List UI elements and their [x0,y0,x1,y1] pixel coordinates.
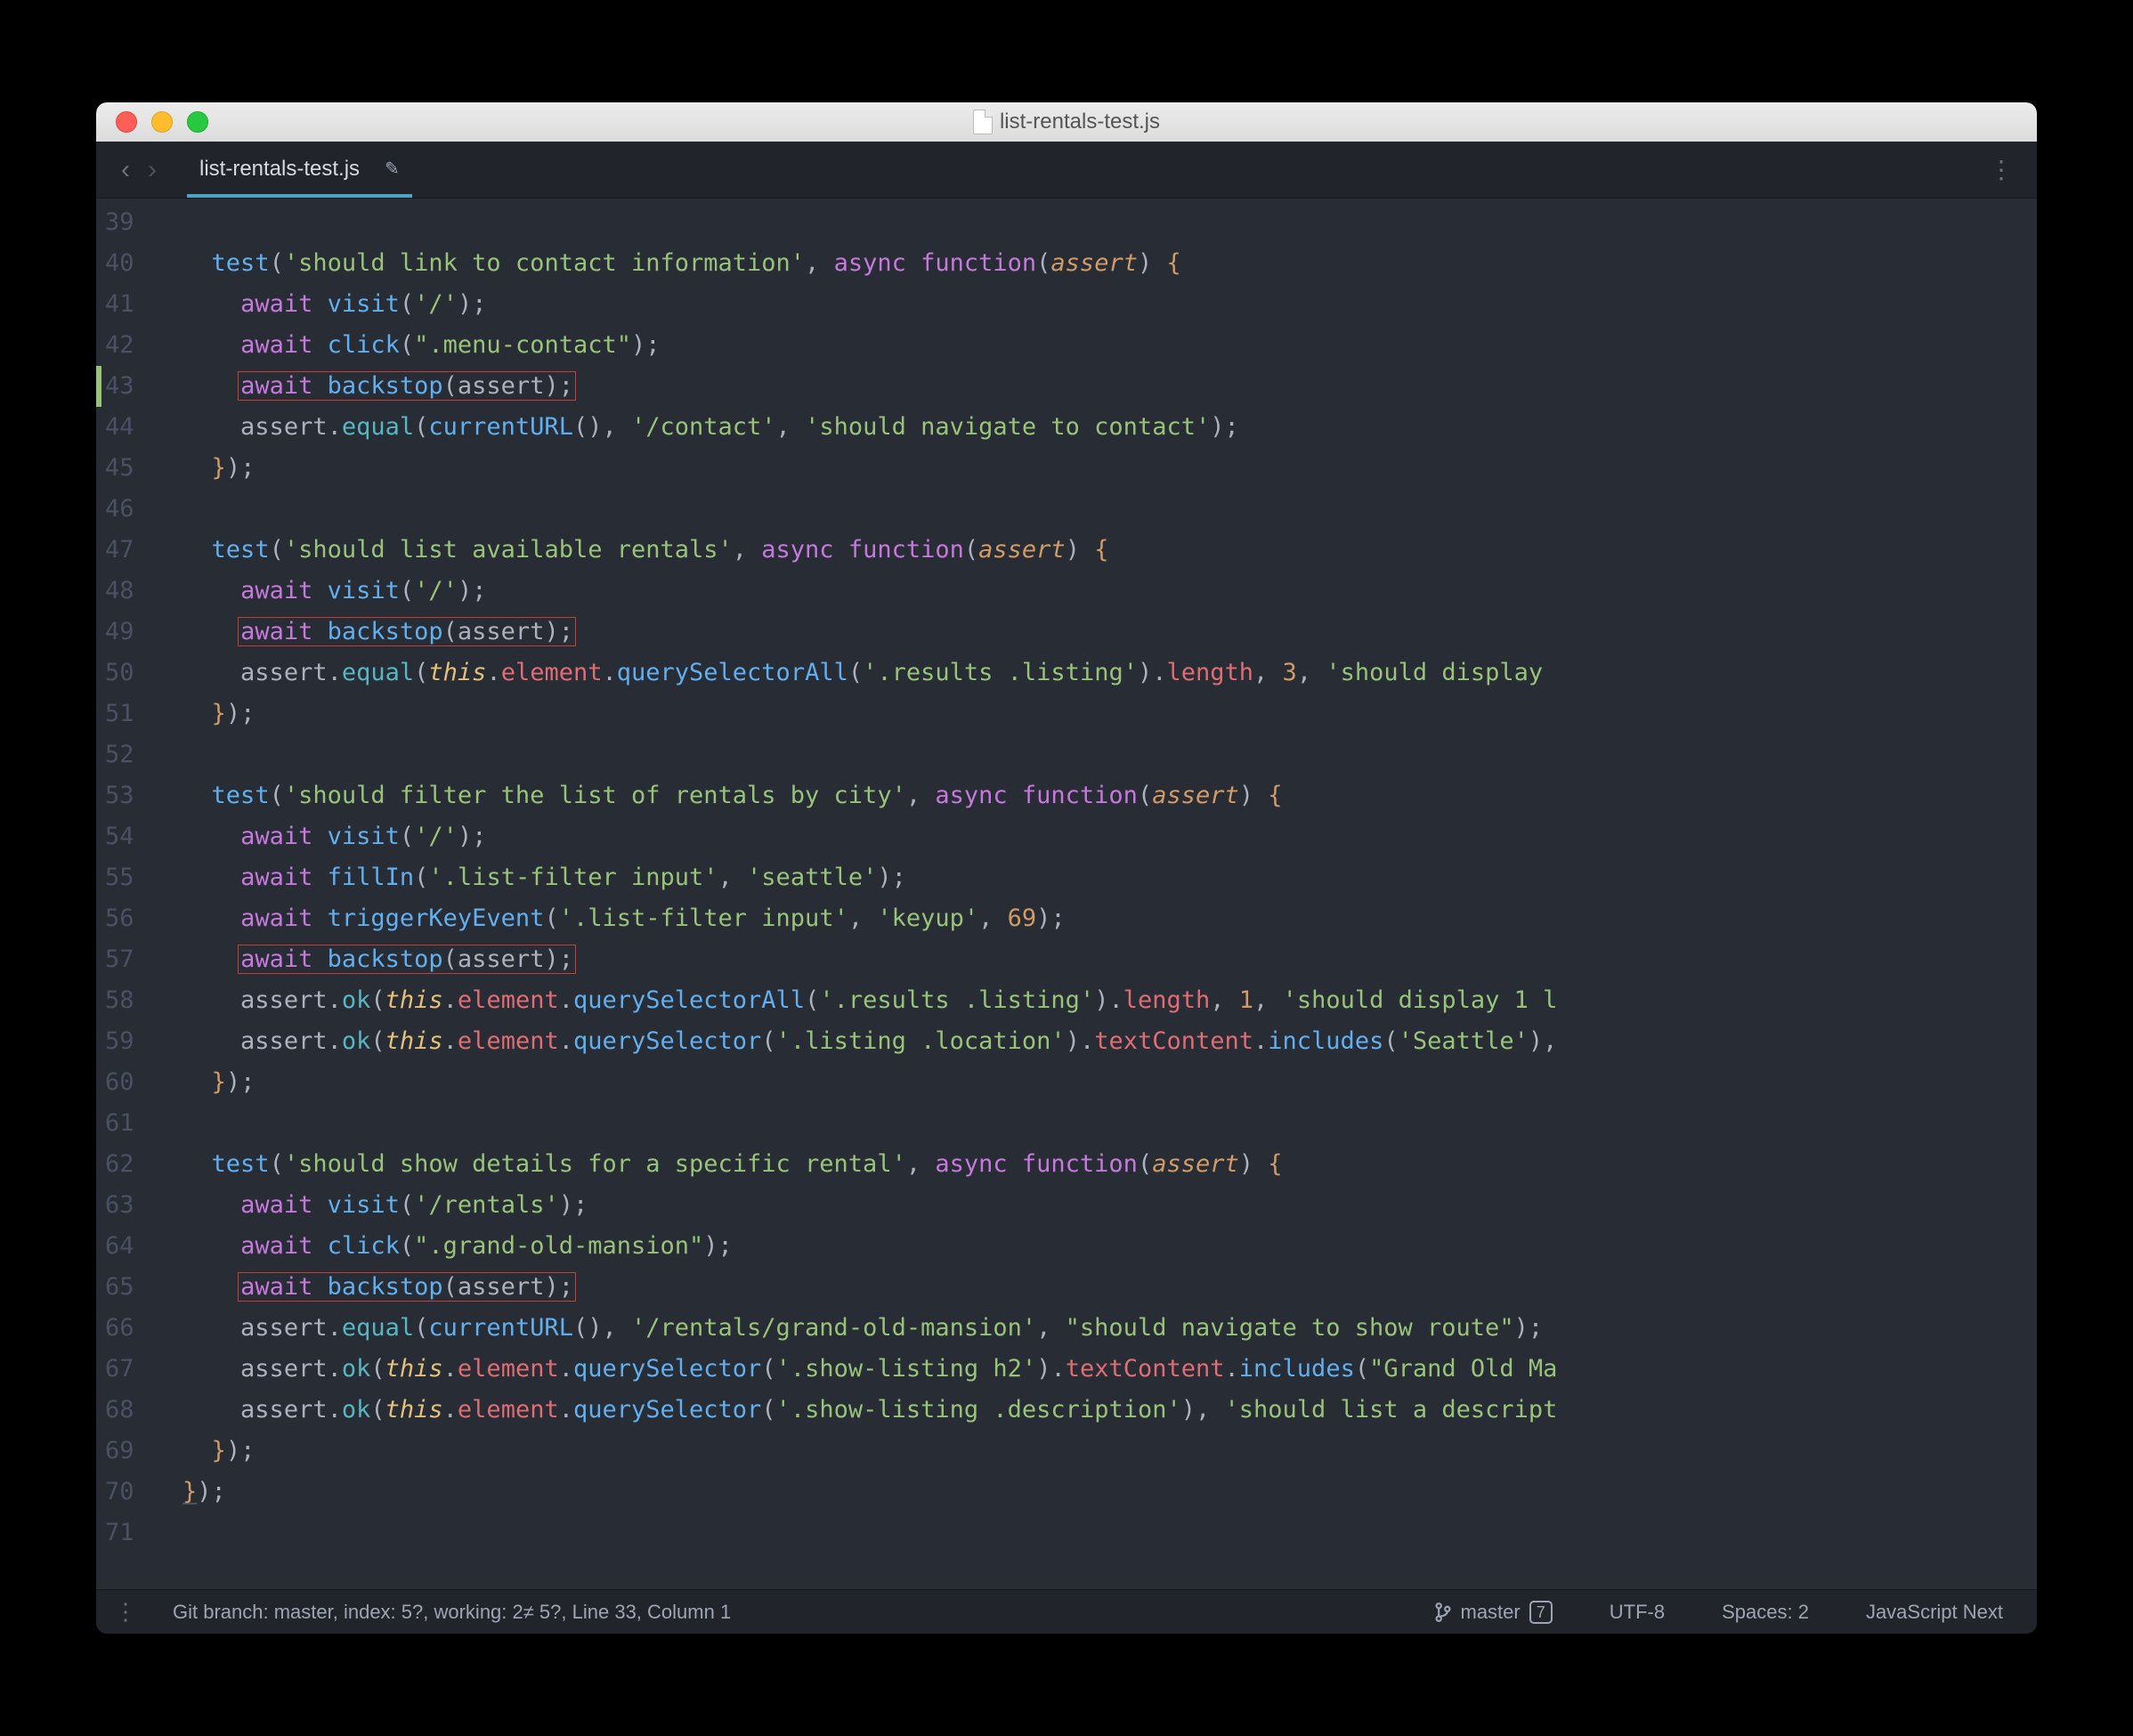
code-line[interactable]: await visit('/'); [154,571,2037,612]
tab-bar: ‹ › list-rentals-test.js ✎ ⋮ [96,142,2037,199]
line-number[interactable]: 59 [105,1021,134,1062]
line-number[interactable]: 55 [105,857,134,898]
code-line[interactable]: await visit('/'); [154,816,2037,857]
branch-name: master [1461,1601,1521,1624]
line-number[interactable]: 49 [105,612,134,653]
code-line[interactable] [154,202,2037,243]
code-line[interactable]: assert.equal(currentURL(), '/contact', '… [154,407,2037,448]
line-number[interactable]: 70 [105,1472,134,1513]
window-title-text: list-rentals-test.js [1000,110,1160,134]
editor-window: list-rentals-test.js ‹ › list-rentals-te… [96,102,2037,1634]
code-line[interactable] [154,1103,2037,1144]
line-number[interactable]: 61 [105,1103,134,1144]
status-language[interactable]: JavaScript Next [1850,1601,2019,1624]
line-number[interactable]: 71 [105,1513,134,1553]
line-number[interactable]: 46 [105,489,134,530]
line-number[interactable]: 48 [105,571,134,612]
line-number[interactable]: 63 [105,1185,134,1226]
code-editor[interactable]: 3940414243444546474849505152535455565758… [96,199,2037,1589]
code-line[interactable]: await triggerKeyEvent('.list-filter inpu… [154,898,2037,939]
line-number[interactable]: 52 [105,734,134,775]
line-number[interactable]: 50 [105,653,134,694]
line-number[interactable]: 57 [105,939,134,980]
code-line[interactable]: await backstop(assert); [154,366,2037,407]
code-line[interactable]: }); [154,448,2037,489]
code-line[interactable] [154,734,2037,775]
titlebar[interactable]: list-rentals-test.js [96,102,2037,142]
code-line[interactable]: }); [154,1062,2037,1103]
git-branch-icon [1434,1602,1452,1623]
code-line[interactable] [154,1513,2037,1553]
line-number[interactable]: 40 [105,243,134,284]
line-number[interactable]: 54 [105,816,134,857]
line-number[interactable]: 45 [105,448,134,489]
status-menu-button[interactable]: ⋮ [114,1598,148,1626]
code-line[interactable]: assert.equal(currentURL(), '/rentals/gra… [154,1308,2037,1349]
code-line[interactable]: await click(".grand-old-mansion"); [154,1226,2037,1267]
code-line[interactable]: await backstop(assert); [154,1267,2037,1308]
line-number[interactable]: 51 [105,694,134,734]
close-window-button[interactable] [116,111,137,133]
line-number[interactable]: 42 [105,325,134,366]
code-line[interactable]: assert.ok(this.element.querySelector('.s… [154,1349,2037,1390]
status-bar: ⋮ Git branch: master, index: 5?, working… [96,1589,2037,1634]
code-line[interactable]: await backstop(assert); [154,939,2037,980]
line-number[interactable]: 69 [105,1431,134,1472]
code-line[interactable]: await fillIn('.list-filter input', 'seat… [154,857,2037,898]
code-line[interactable]: test('should filter the list of rentals … [154,775,2037,816]
code-line[interactable]: assert.ok(this.element.querySelector('.s… [154,1390,2037,1431]
code-line[interactable]: await backstop(assert); [154,612,2037,653]
traffic-lights [96,111,208,133]
code-line[interactable]: await visit('/'); [154,284,2037,325]
line-number[interactable]: 66 [105,1308,134,1349]
code-line[interactable] [154,489,2037,530]
line-number[interactable]: 53 [105,775,134,816]
code-content[interactable]: test('should link to contact information… [154,199,2037,1589]
maximize-window-button[interactable] [187,111,208,133]
nav-forward-button[interactable]: › [139,155,166,185]
nav-back-button[interactable]: ‹ [112,155,139,185]
line-number[interactable]: 56 [105,898,134,939]
line-number[interactable]: 64 [105,1226,134,1267]
status-left-text[interactable]: Git branch: master, index: 5?, working: … [173,1601,731,1624]
line-number[interactable]: 67 [105,1349,134,1390]
tab-label: list-rentals-test.js [199,157,360,182]
status-encoding[interactable]: UTF-8 [1594,1601,1681,1624]
document-icon [973,110,993,134]
code-line[interactable]: await click(".menu-contact"); [154,325,2037,366]
tab-dirty-icon: ✎ [385,158,400,180]
line-number[interactable]: 65 [105,1267,134,1308]
branch-count-badge: 7 [1529,1601,1553,1624]
line-number[interactable]: 41 [105,284,134,325]
status-indent[interactable]: Spaces: 2 [1706,1601,1825,1624]
tab-active[interactable]: list-rentals-test.js ✎ [187,142,412,198]
code-line[interactable]: assert.ok(this.element.querySelectorAll(… [154,980,2037,1021]
line-number[interactable]: 43 [105,366,134,407]
line-number[interactable]: 60 [105,1062,134,1103]
code-line[interactable]: assert.ok(this.element.querySelector('.l… [154,1021,2037,1062]
tab-options-button[interactable]: ⋮ [1982,155,2021,184]
code-line[interactable]: test('should show details for a specific… [154,1144,2037,1185]
code-line[interactable]: }); [154,1431,2037,1472]
line-number[interactable]: 62 [105,1144,134,1185]
line-number[interactable]: 44 [105,407,134,448]
line-number[interactable]: 68 [105,1390,134,1431]
code-line[interactable]: await visit('/rentals'); [154,1185,2037,1226]
line-number-gutter[interactable]: 3940414243444546474849505152535455565758… [96,199,154,1589]
minimize-window-button[interactable] [151,111,173,133]
status-git-branch[interactable]: master 7 [1418,1601,1569,1624]
window-title: list-rentals-test.js [96,110,2037,134]
code-line[interactable]: test('should link to contact information… [154,243,2037,284]
line-number[interactable]: 58 [105,980,134,1021]
line-number[interactable]: 39 [105,202,134,243]
code-line[interactable]: }); [154,694,2037,734]
code-line[interactable]: }); [154,1472,2037,1513]
line-number[interactable]: 47 [105,530,134,571]
code-line[interactable]: test('should list available rentals', as… [154,530,2037,571]
code-line[interactable]: assert.equal(this.element.querySelectorA… [154,653,2037,694]
